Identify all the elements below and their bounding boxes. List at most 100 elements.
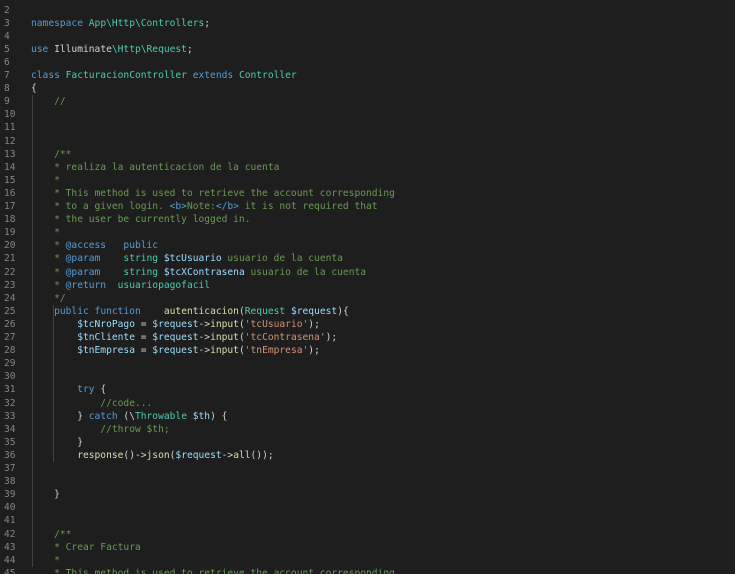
- code-token: json: [146, 449, 170, 461]
- line-code: *: [31, 554, 60, 567]
- line-code: /**: [31, 148, 71, 161]
- code-line[interactable]: 34 //throw $th;: [0, 423, 735, 436]
- code-line[interactable]: 35 }: [0, 436, 735, 449]
- code-token: usuariopagofacil: [106, 279, 211, 291]
- code-line[interactable]: 30: [0, 370, 735, 383]
- code-line[interactable]: 7 class FacturacionController extends Con…: [0, 69, 735, 82]
- line-code: class FacturacionController extends Cont…: [31, 69, 297, 82]
- line-number: 11: [4, 122, 16, 134]
- code-token: Note:: [186, 201, 216, 212]
- line-code: *: [31, 226, 60, 239]
- code-line[interactable]: 9 //: [0, 95, 735, 108]
- code-line[interactable]: 31 try {: [0, 383, 735, 396]
- code-line[interactable]: 33 } catch (\Throwable $th) {: [0, 410, 735, 423]
- code-line[interactable]: 3 namespace App\Http\Controllers;: [0, 17, 735, 30]
- code-line[interactable]: 6: [0, 56, 735, 69]
- line-number: 16: [4, 187, 16, 199]
- code-token: Illuminate: [54, 43, 112, 55]
- code-token: App\Http\Controllers: [88, 17, 205, 29]
- code-token: *: [31, 279, 66, 291]
- line-code: $tnEmpresa = $request->input('tnEmpresa'…: [31, 344, 320, 357]
- code-line[interactable]: 2: [0, 4, 735, 17]
- code-line[interactable]: 44 *: [0, 554, 735, 567]
- line-number: 31: [4, 384, 16, 396]
- line-number: 41: [4, 515, 16, 527]
- code-token: }: [31, 410, 89, 422]
- code-token: /**: [31, 148, 72, 160]
- code-token: ()->: [123, 449, 147, 461]
- code-line[interactable]: 40: [0, 501, 735, 514]
- code-token: Controller: [238, 70, 297, 81]
- code-line[interactable]: 21 * @param string $tcUsuario usuario de…: [0, 252, 735, 265]
- line-number: 14: [4, 161, 16, 173]
- code-line[interactable]: 8{: [0, 82, 735, 95]
- code-line[interactable]: 25 public function autenticacion(Request…: [0, 305, 735, 318]
- code-editor[interactable]: 2 3 namespace App\Http\Controllers; 4 5 use I…: [0, 0, 735, 574]
- code-token: );: [308, 345, 320, 357]
- code-line[interactable]: 32 //code...: [0, 397, 735, 410]
- line-number: 15: [4, 174, 16, 186]
- code-token: 'tcContrasena': [244, 332, 326, 343]
- line-code: //: [31, 95, 66, 108]
- line-number: 8: [4, 83, 10, 95]
- code-line[interactable]: 14 * realiza la autenticacion de la cuen…: [0, 161, 735, 174]
- line-code: } catch (\Throwable $th) {: [31, 410, 227, 423]
- indent-guide: [53, 304, 54, 462]
- code-token: {: [100, 384, 107, 396]
- code-line[interactable]: 12: [0, 135, 735, 148]
- code-line[interactable]: 29: [0, 357, 735, 370]
- code-line[interactable]: 43 * Crear Factura: [0, 541, 735, 554]
- code-line[interactable]: 17 * to a given login. <b>Note:</b> it i…: [0, 200, 735, 213]
- code-line[interactable]: 20 * @access public: [0, 239, 735, 252]
- line-number: 43: [4, 541, 16, 553]
- line-number: 35: [4, 436, 16, 448]
- code-line[interactable]: 5 use Illuminate\Http\Request;: [0, 43, 735, 56]
- code-line[interactable]: 41: [0, 514, 735, 527]
- code-token: ->: [198, 345, 211, 357]
- line-number: 5: [4, 43, 10, 55]
- line-code: * @return usuariopagofacil: [31, 279, 210, 292]
- code-token: function: [94, 305, 141, 317]
- code-token: =: [134, 345, 153, 357]
- code-line[interactable]: 24 */: [0, 292, 735, 305]
- code-token: ;: [186, 43, 193, 55]
- line-number: 20: [4, 240, 16, 252]
- code-line[interactable]: 4: [0, 30, 735, 43]
- code-line[interactable]: 27 $tnCliente = $request->input('tcContr…: [0, 331, 735, 344]
- code-line[interactable]: 11: [0, 121, 735, 134]
- code-token: ){: [337, 305, 349, 317]
- code-line[interactable]: 45 * This method is used to retrieve the…: [0, 567, 735, 574]
- code-line[interactable]: 22 * @param string $tcXContrasena usuari…: [0, 266, 735, 279]
- code-token: input: [210, 318, 239, 330]
- code-token: =: [134, 332, 153, 343]
- line-number: 25: [4, 305, 16, 317]
- line-code: * to a given login. <b>Note:</b> it is n…: [31, 200, 377, 213]
- line-code: //throw $th;: [31, 423, 170, 436]
- code-line[interactable]: 28 $tnEmpresa = $request->input('tnEmpre…: [0, 344, 735, 357]
- line-code: */: [31, 292, 66, 305]
- code-token: {: [31, 83, 37, 95]
- code-line[interactable]: 38: [0, 475, 735, 488]
- code-line[interactable]: 15 *: [0, 174, 735, 187]
- code-line[interactable]: 16 * This method is used to retrieve the…: [0, 187, 735, 200]
- code-token: $tcUsuario: [163, 253, 222, 265]
- code-token: *: [31, 227, 60, 239]
- line-code: }: [31, 488, 60, 501]
- code-line[interactable]: 19 *: [0, 226, 735, 239]
- line-code: namespace App\Http\Controllers;: [31, 17, 210, 30]
- code-line[interactable]: 39 }: [0, 488, 735, 501]
- code-line[interactable]: 37: [0, 462, 735, 475]
- code-line[interactable]: 18 * the user be currently logged in.: [0, 213, 735, 226]
- code-line[interactable]: 26 $tcNroPago = $request->input('tcUsuar…: [0, 318, 735, 331]
- code-token: $request: [152, 318, 199, 330]
- code-line[interactable]: 10: [0, 108, 735, 121]
- code-token: * Crear Factura: [31, 541, 141, 553]
- code-line[interactable]: 13 /**: [0, 148, 735, 161]
- code-line[interactable]: 23 * @return usuariopagofacil: [0, 279, 735, 292]
- line-number: 19: [4, 227, 16, 239]
- code-line[interactable]: 42 /**: [0, 528, 735, 541]
- code-line[interactable]: 36 response()->json($request->all());: [0, 449, 735, 462]
- code-token: //throw $th;: [31, 423, 170, 435]
- line-number: 4: [4, 30, 10, 42]
- code-token: *: [31, 253, 66, 265]
